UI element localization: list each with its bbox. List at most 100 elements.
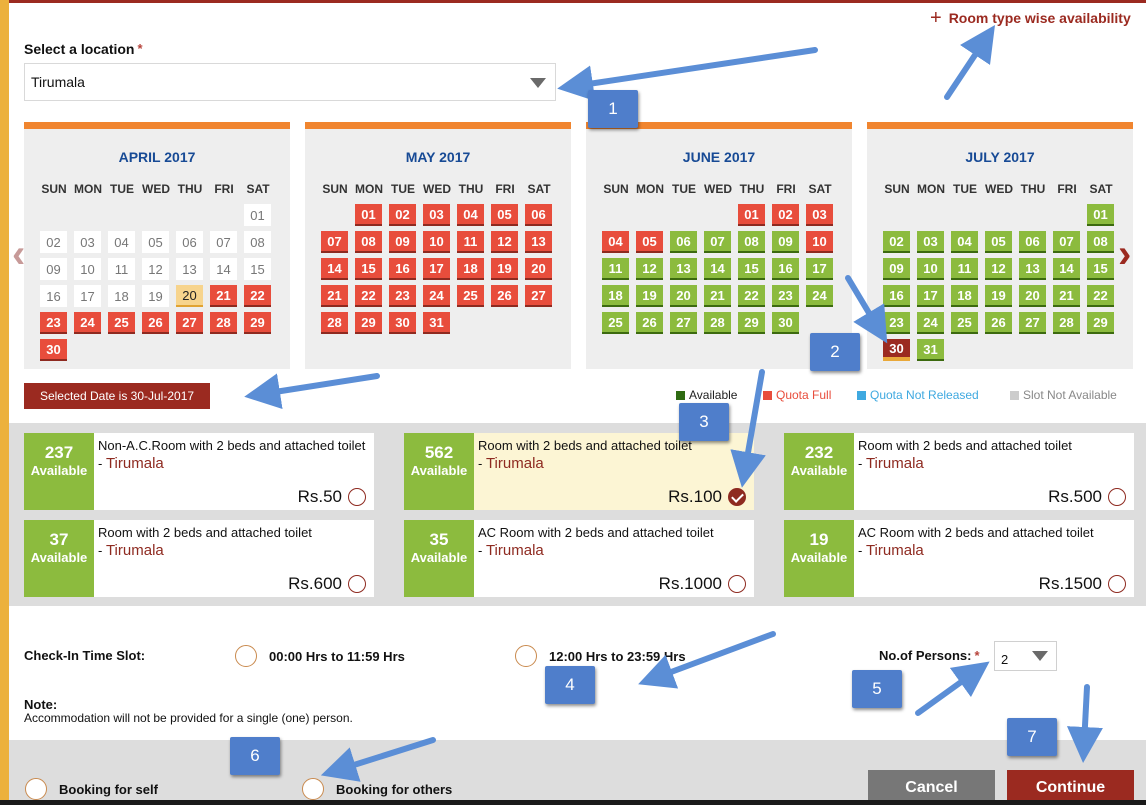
calendar-day[interactable]: 13 [670, 258, 697, 280]
calendar-day[interactable]: 31 [423, 312, 450, 334]
prev-month-arrow-icon[interactable]: ‹ [12, 232, 25, 277]
room-option-card[interactable]: 237 Available Non-A.C.Room with 2 beds and… [24, 433, 374, 510]
calendar-day[interactable]: 27 [1019, 312, 1046, 334]
continue-button[interactable]: Continue [1007, 770, 1134, 800]
calendar-day[interactable]: 30 [883, 339, 910, 361]
calendar-day[interactable]: 03 [423, 204, 450, 226]
calendar-day[interactable]: 23 [772, 285, 799, 307]
calendar-day[interactable]: 15 [355, 258, 382, 280]
calendar-day[interactable]: 28 [1053, 312, 1080, 334]
calendar-day[interactable]: 23 [883, 312, 910, 334]
calendar-day[interactable]: 21 [704, 285, 731, 307]
calendar-day[interactable]: 04 [457, 204, 484, 226]
calendar-day[interactable]: 18 [602, 285, 629, 307]
calendar-day[interactable]: 07 [1053, 231, 1080, 253]
room-option-card[interactable]: 37 Available Room with 2 beds and attached… [24, 520, 374, 597]
calendar-day[interactable]: 07 [321, 231, 348, 253]
calendar-day[interactable]: 02 [883, 231, 910, 253]
calendar-day[interactable]: 23 [389, 285, 416, 307]
calendar-day[interactable]: 07 [704, 231, 731, 253]
calendar-day[interactable]: 09 [772, 231, 799, 253]
location-select[interactable]: Tirumala [24, 63, 556, 101]
room-option-card[interactable]: 232 Available Room with 2 beds and attache… [784, 433, 1134, 510]
calendar-day[interactable]: 15 [738, 258, 765, 280]
calendar-day[interactable]: 02 [772, 204, 799, 226]
calendar-day[interactable]: 03 [806, 204, 833, 226]
calendar-day[interactable]: 06 [670, 231, 697, 253]
calendar-day[interactable]: 28 [210, 312, 237, 334]
calendar-day[interactable]: 26 [636, 312, 663, 334]
calendar-day[interactable]: 17 [806, 258, 833, 280]
calendar-day[interactable]: 16 [883, 285, 910, 307]
calendar-day[interactable]: 30 [40, 339, 67, 361]
calendar-day[interactable]: 05 [985, 231, 1012, 253]
calendar-day[interactable]: 29 [244, 312, 271, 334]
calendar-day[interactable]: 22 [355, 285, 382, 307]
calendar-day[interactable]: 16 [772, 258, 799, 280]
calendar-day[interactable]: 04 [602, 231, 629, 253]
radio-button[interactable] [25, 778, 47, 800]
calendar-day[interactable]: 08 [355, 231, 382, 253]
calendar-day[interactable]: 25 [108, 312, 135, 334]
calendar-day[interactable]: 17 [917, 285, 944, 307]
calendar-day[interactable]: 28 [321, 312, 348, 334]
room-type-availability-link[interactable]: + Room type wise availability [930, 8, 1131, 28]
calendar-day[interactable]: 19 [491, 258, 518, 280]
calendar-day[interactable]: 19 [636, 285, 663, 307]
room-option-card[interactable]: 35 Available AC Room with 2 beds and attac… [404, 520, 754, 597]
calendar-day[interactable]: 20 [525, 258, 552, 280]
calendar-day[interactable]: 01 [738, 204, 765, 226]
room-option-card[interactable]: 19 Available AC Room with 2 beds and attac… [784, 520, 1134, 597]
radio-button[interactable] [348, 575, 366, 593]
calendar-day[interactable]: 22 [244, 285, 271, 307]
calendar-day[interactable]: 29 [738, 312, 765, 334]
calendar-day[interactable]: 10 [806, 231, 833, 253]
calendar-day[interactable]: 05 [491, 204, 518, 226]
checkin-slot-evening[interactable]: 12:00 Hrs to 23:59 Hrs [515, 645, 686, 667]
calendar-day[interactable]: 20 [1019, 285, 1046, 307]
cancel-button[interactable]: Cancel [868, 770, 995, 800]
calendar-day[interactable]: 26 [491, 285, 518, 307]
calendar-day[interactable]: 21 [1053, 285, 1080, 307]
booking-for-others-option[interactable]: Booking for others [302, 778, 452, 800]
calendar-day[interactable]: 18 [951, 285, 978, 307]
calendar-day[interactable]: 27 [670, 312, 697, 334]
checkin-slot-morning[interactable]: 00:00 Hrs to 11:59 Hrs [235, 645, 405, 667]
calendar-day[interactable]: 21 [210, 285, 237, 307]
calendar-day[interactable]: 03 [917, 231, 944, 253]
calendar-day[interactable]: 05 [636, 231, 663, 253]
calendar-day[interactable]: 19 [985, 285, 1012, 307]
calendar-day[interactable]: 11 [457, 231, 484, 253]
calendar-day[interactable]: 09 [389, 231, 416, 253]
calendar-day[interactable]: 22 [1087, 285, 1114, 307]
radio-button[interactable] [302, 778, 324, 800]
calendar-day[interactable]: 25 [951, 312, 978, 334]
calendar-day[interactable]: 25 [457, 285, 484, 307]
calendar-day[interactable]: 23 [40, 312, 67, 334]
calendar-day[interactable]: 17 [423, 258, 450, 280]
calendar-day[interactable]: 06 [525, 204, 552, 226]
calendar-day[interactable]: 18 [457, 258, 484, 280]
calendar-day[interactable]: 14 [1053, 258, 1080, 280]
radio-button[interactable] [728, 575, 746, 593]
calendar-day[interactable]: 30 [389, 312, 416, 334]
calendar-day[interactable]: 26 [142, 312, 169, 334]
booking-for-self-option[interactable]: Booking for self [25, 778, 158, 800]
calendar-day[interactable]: 16 [389, 258, 416, 280]
radio-button[interactable] [1108, 488, 1126, 506]
calendar-day[interactable]: 31 [917, 339, 944, 361]
calendar-day[interactable]: 27 [176, 312, 203, 334]
calendar-day[interactable]: 25 [602, 312, 629, 334]
calendar-day[interactable]: 30 [772, 312, 799, 334]
calendar-day[interactable]: 27 [525, 285, 552, 307]
calendar-day[interactable]: 24 [423, 285, 450, 307]
next-month-arrow-icon[interactable]: › [1118, 232, 1131, 277]
calendar-day[interactable]: 20 [176, 285, 203, 307]
room-option-card[interactable]: 562 Available Room with 2 beds and attache… [404, 433, 754, 510]
calendar-day[interactable]: 02 [389, 204, 416, 226]
calendar-day[interactable]: 13 [1019, 258, 1046, 280]
check-circle-icon[interactable] [728, 488, 746, 506]
calendar-day[interactable]: 10 [917, 258, 944, 280]
calendar-day[interactable]: 11 [602, 258, 629, 280]
calendar-day[interactable]: 24 [74, 312, 101, 334]
